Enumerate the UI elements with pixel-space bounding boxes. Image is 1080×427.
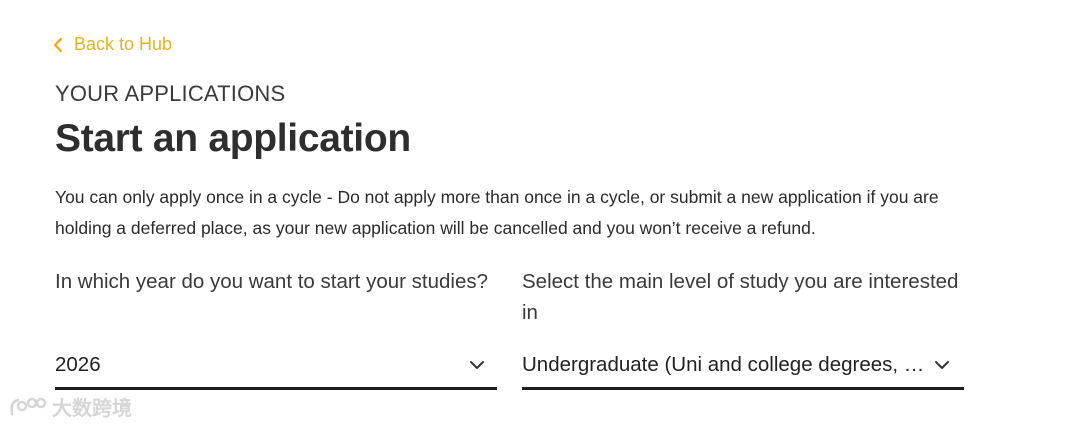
chevron-down-icon (935, 360, 949, 369)
watermark-logo-icon (10, 397, 47, 415)
study-level-select[interactable]: Undergraduate (Uni and college degrees, … (522, 346, 964, 390)
start-year-select[interactable]: 2026 (55, 346, 497, 390)
start-year-value: 2026 (55, 352, 101, 376)
section-eyebrow: YOUR APPLICATIONS (55, 81, 286, 106)
start-year-label: In which year do you want to start your … (55, 270, 489, 293)
watermark-text: 大数跨境 (52, 398, 132, 420)
study-level-field: Select the main level of study you are i… (522, 266, 964, 390)
page-title: Start an application (55, 117, 411, 160)
back-to-hub-label: Back to Hub (74, 34, 173, 54)
chevron-left-icon (53, 37, 63, 52)
start-year-field: In which year do you want to start your … (55, 266, 497, 390)
chevron-down-icon (470, 360, 484, 369)
page: Back to Hub YOUR APPLICATIONS Start an a… (0, 0, 1080, 427)
intro-text: You can only apply once in a cycle - Do … (55, 187, 939, 238)
study-level-label: Select the main level of study you are i… (522, 270, 959, 324)
back-to-hub-link[interactable]: Back to Hub (52, 34, 172, 55)
watermark: 大数跨境 (8, 392, 132, 421)
study-level-value: Undergraduate (Uni and college degrees, … (522, 352, 932, 376)
